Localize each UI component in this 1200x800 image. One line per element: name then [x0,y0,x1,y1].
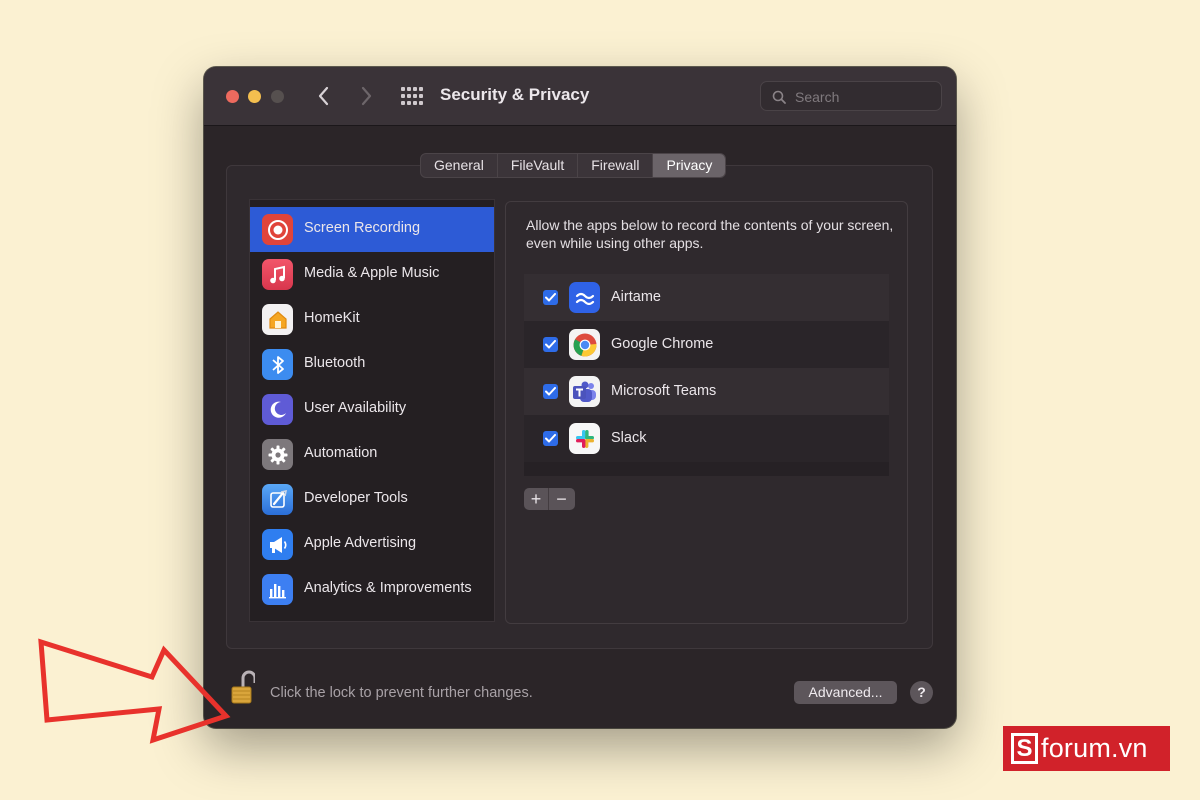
window-title: Security & Privacy [440,85,590,104]
chevron-right-icon [361,86,372,106]
sidebar-item-label: User Availability [304,400,407,416]
checkmark-icon [545,293,556,302]
screen-recording-panel: Allow the apps below to record the conte… [505,201,908,624]
moon-icon [262,394,293,425]
sidebar-item-label: Developer Tools [304,490,408,506]
tab-privacy[interactable]: Privacy [653,154,726,177]
music-icon [262,259,293,290]
advanced-button[interactable]: Advanced... [794,681,897,704]
add-app-button[interactable]: + [524,488,549,510]
forward-button[interactable] [352,81,380,111]
sidebar-item-label: HomeKit [304,310,360,326]
show-all-grid-icon[interactable] [401,87,423,105]
app-row-airtame[interactable]: Airtame [524,274,889,321]
gear-icon [262,439,293,470]
checkmark-icon [545,387,556,396]
sidebar-item-analytics-improvements[interactable]: Analytics & Improvements [250,567,494,612]
developer-tools-icon [262,484,293,515]
sidebar-item-media-apple-music[interactable]: Media & Apple Music [250,252,494,297]
airtame-icon [569,282,600,313]
logo-text: forum.vn [1041,733,1148,763]
tab-filevault[interactable]: FileVault [498,154,579,177]
google-chrome-checkbox[interactable] [543,337,558,352]
checkmark-icon [545,340,556,349]
panel-description: Allow the apps below to record the conte… [526,217,894,251]
app-name: Google Chrome [611,336,714,352]
sidebar-item-label: Analytics & Improvements [304,580,472,596]
sidebar-item-label: Screen Recording [304,220,421,236]
search-icon [772,90,786,104]
close-window-button[interactable] [226,90,239,103]
microsoft-teams-checkbox[interactable] [543,384,558,399]
app-name: Airtame [611,289,661,305]
lock-status-text: Click the lock to prevent further change… [270,685,533,701]
megaphone-icon [262,529,293,560]
privacy-category-list[interactable]: Screen Recording Media & Apple Music Hom… [249,199,495,622]
sidebar-item-apple-advertising[interactable]: Apple Advertising [250,522,494,567]
app-list[interactable]: Airtame Google Chrome Microsoft Teams Sl… [524,274,889,476]
search-field[interactable] [760,81,942,111]
app-name: Microsoft Teams [611,383,717,399]
sidebar-item-user-availability[interactable]: User Availability [250,387,494,432]
minimize-window-button[interactable] [248,90,261,103]
app-row-google-chrome[interactable]: Google Chrome [524,321,889,368]
chevron-left-icon [318,86,329,106]
slack-icon [569,423,600,454]
checkmark-icon [545,434,556,443]
screen-recording-icon [262,214,293,245]
sidebar-item-developer-tools[interactable]: Developer Tools [250,477,494,522]
partial-category-icon [262,199,293,200]
sidebar-item-partial[interactable] [250,199,494,207]
sidebar-item-homekit[interactable]: HomeKit [250,297,494,342]
zoom-window-button[interactable] [271,90,284,103]
app-row-microsoft-teams[interactable]: Microsoft Teams [524,368,889,415]
bluetooth-icon [262,349,293,380]
tab-general[interactable]: General [421,154,498,177]
sforum-logo: S forum.vn [1003,726,1170,771]
chrome-icon [569,329,600,360]
sidebar-item-label: Media & Apple Music [304,265,440,281]
sidebar-item-label: Bluetooth [304,355,366,371]
app-row-slack[interactable]: Slack [524,415,889,462]
app-name: Slack [611,430,647,446]
security-privacy-window: Security & Privacy General FileVault Fir… [204,67,956,728]
logo-letter: S [1011,733,1038,764]
remove-app-button[interactable]: − [549,488,574,510]
help-button[interactable]: ? [910,681,933,704]
tab-firewall[interactable]: Firewall [578,154,654,177]
back-button[interactable] [310,81,338,111]
sidebar-item-label: Apple Advertising [304,535,417,551]
slack-checkbox[interactable] [543,431,558,446]
annotation-arrow-icon [38,638,231,744]
tab-bar: General FileVault Firewall Privacy [420,153,727,178]
sidebar-item-screen-recording[interactable]: Screen Recording [250,207,494,252]
sidebar-item-automation[interactable]: Automation [250,432,494,477]
title-bar: Security & Privacy [204,67,956,126]
search-input[interactable] [795,88,935,106]
sidebar-item-bluetooth[interactable]: Bluetooth [250,342,494,387]
bar-chart-icon [262,574,293,605]
teams-icon [569,376,600,407]
sidebar-item-label: Automation [304,445,378,461]
airtame-checkbox[interactable] [543,290,558,305]
home-icon [262,304,293,335]
add-remove-control: + − [524,488,575,510]
